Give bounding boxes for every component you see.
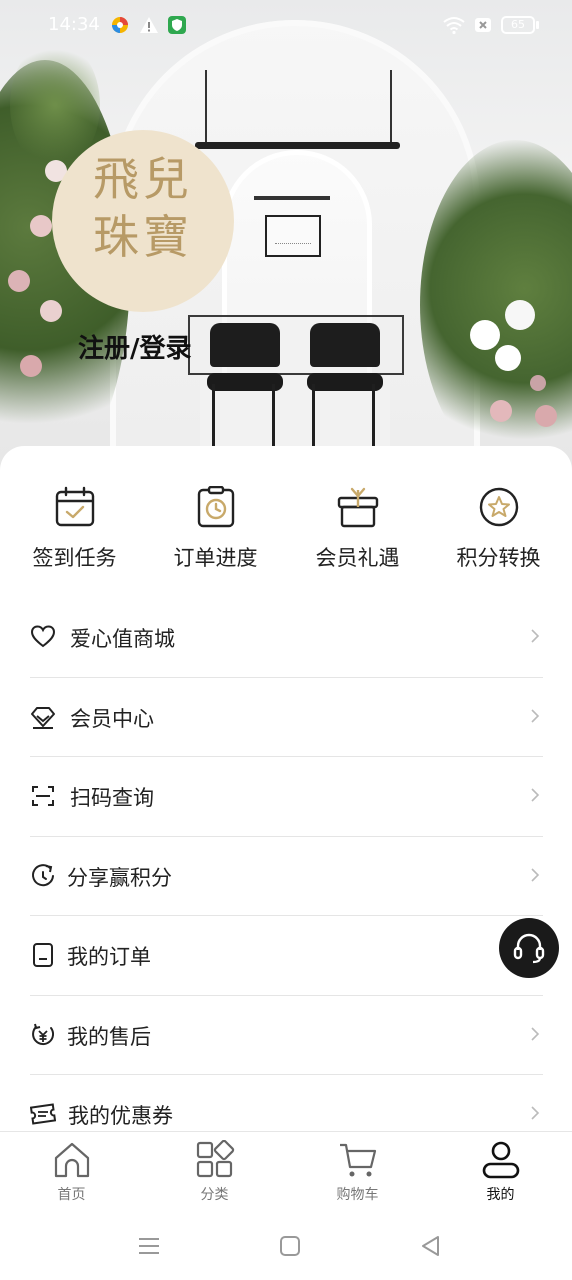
cart-icon bbox=[339, 1143, 376, 1177]
flower bbox=[40, 300, 62, 322]
hanging-wire bbox=[205, 70, 207, 144]
tab-label: 分类 bbox=[200, 1187, 229, 1203]
tab-label: 我的 bbox=[486, 1187, 515, 1203]
flower bbox=[8, 270, 30, 292]
menu-list: 爱心值商城 会员中心 扫码查询 分享赢积分 我的订单 我的售后 我的优惠券 bbox=[30, 598, 543, 1155]
tab-home[interactable]: 首页 bbox=[0, 1140, 143, 1204]
coupon-icon bbox=[30, 1103, 56, 1125]
quick-label: 签到任务 bbox=[32, 546, 117, 570]
chevron-right-icon bbox=[531, 629, 540, 643]
orchid bbox=[505, 300, 535, 330]
menu-label: 我的售后 bbox=[67, 1024, 151, 1049]
chevron-right-icon bbox=[531, 1026, 540, 1041]
chair bbox=[210, 323, 280, 367]
menu-label: 我的优惠券 bbox=[68, 1104, 173, 1128]
star-circle-icon bbox=[479, 487, 518, 527]
home-icon bbox=[54, 1142, 89, 1178]
menu-label: 我的订单 bbox=[67, 945, 151, 969]
calendar-check-icon bbox=[55, 486, 94, 527]
menu-scan-query[interactable]: 扫码查询 bbox=[30, 757, 543, 837]
system-navigation-bar bbox=[0, 1211, 572, 1280]
chevron-right-icon bbox=[531, 788, 540, 802]
user-icon bbox=[482, 1141, 519, 1179]
warning-icon bbox=[140, 17, 158, 33]
headset-icon bbox=[513, 933, 545, 964]
quick-label: 会员礼遇 bbox=[315, 546, 400, 570]
chair bbox=[310, 323, 380, 367]
pendant-light bbox=[195, 142, 400, 149]
status-time: 14:34 bbox=[48, 14, 100, 35]
menu-member-center[interactable]: 会员中心 bbox=[30, 678, 543, 757]
orchid bbox=[470, 320, 500, 350]
scan-icon bbox=[32, 786, 54, 806]
app-icon bbox=[112, 17, 128, 33]
tab-cart[interactable]: 购物车 bbox=[286, 1140, 429, 1204]
menu-icon[interactable] bbox=[136, 1233, 162, 1259]
refresh-share-icon bbox=[32, 863, 54, 886]
wall-picture bbox=[265, 215, 321, 257]
quick-label: 积分转换 bbox=[456, 546, 541, 570]
menu-my-orders[interactable]: 我的订单 bbox=[30, 916, 543, 996]
tab-label: 首页 bbox=[57, 1187, 86, 1203]
quick-points-exchange[interactable]: 积分转换 bbox=[427, 486, 570, 572]
chevron-right-icon bbox=[531, 1106, 540, 1120]
sim-icon bbox=[475, 18, 491, 32]
flower bbox=[530, 375, 546, 391]
quick-actions: 签到任务 订单进度 会员礼遇 积分转换 bbox=[0, 486, 572, 586]
quick-sign-in-task[interactable]: 签到任务 bbox=[3, 486, 146, 572]
diamond-icon bbox=[31, 706, 55, 729]
profile-panel: 签到任务 订单进度 会员礼遇 积分转换 爱心值商城 会员中心 扫码查询 分享赢积… bbox=[0, 446, 572, 1136]
chevron-right-icon bbox=[531, 867, 540, 882]
battery-level: 65 bbox=[511, 18, 525, 31]
battery-icon: 65 bbox=[501, 16, 535, 34]
menu-label: 会员中心 bbox=[70, 706, 154, 731]
menu-label: 扫码查询 bbox=[70, 786, 154, 810]
yen-service-icon bbox=[32, 1023, 55, 1045]
menu-love-points-mall[interactable]: 爱心值商城 bbox=[30, 598, 543, 678]
quick-member-benefits[interactable]: 会员礼遇 bbox=[286, 486, 429, 572]
home-square-icon[interactable] bbox=[277, 1233, 303, 1259]
menu-label: 分享赢积分 bbox=[67, 865, 172, 890]
quick-label: 订单进度 bbox=[173, 546, 258, 570]
menu-label: 爱心值商城 bbox=[70, 627, 175, 651]
brand-logo: 飛兒 珠寶 bbox=[52, 150, 234, 266]
chevron-right-icon bbox=[531, 708, 540, 723]
battery-tip bbox=[536, 21, 539, 29]
shield-app-icon bbox=[168, 16, 186, 34]
logo-line-1: 飛兒 bbox=[93, 152, 193, 206]
wifi-icon bbox=[443, 17, 465, 35]
tab-category[interactable]: 分类 bbox=[143, 1140, 286, 1204]
clock-clipboard-icon bbox=[197, 486, 234, 528]
flower bbox=[535, 405, 557, 427]
heart-icon bbox=[30, 625, 56, 648]
orchid bbox=[495, 345, 521, 371]
flower bbox=[30, 215, 52, 237]
category-grid-icon bbox=[196, 1140, 234, 1178]
menu-my-after-sales[interactable]: 我的售后 bbox=[30, 996, 543, 1075]
status-bar: 14:34 65 bbox=[0, 0, 572, 50]
back-icon[interactable] bbox=[418, 1233, 444, 1259]
bottom-tab-bar: 首页 分类 购物车 我的 bbox=[0, 1131, 572, 1211]
flower bbox=[490, 400, 512, 422]
logo-line-2: 珠寶 bbox=[93, 210, 193, 264]
wall-lamp bbox=[254, 196, 330, 200]
document-icon bbox=[33, 943, 53, 967]
register-login-link[interactable]: 注册/登录 bbox=[78, 328, 192, 365]
flower bbox=[20, 355, 42, 377]
tab-label: 购物车 bbox=[336, 1187, 379, 1203]
gift-box-icon bbox=[337, 487, 378, 528]
customer-service-button[interactable] bbox=[499, 918, 559, 978]
menu-share-earn-points[interactable]: 分享赢积分 bbox=[30, 837, 543, 916]
hero-banner: 飛兒 珠寶 注册/登录 bbox=[0, 0, 572, 480]
hanging-wire bbox=[390, 70, 392, 144]
quick-order-progress[interactable]: 订单进度 bbox=[144, 486, 287, 572]
tab-mine[interactable]: 我的 bbox=[429, 1140, 572, 1204]
